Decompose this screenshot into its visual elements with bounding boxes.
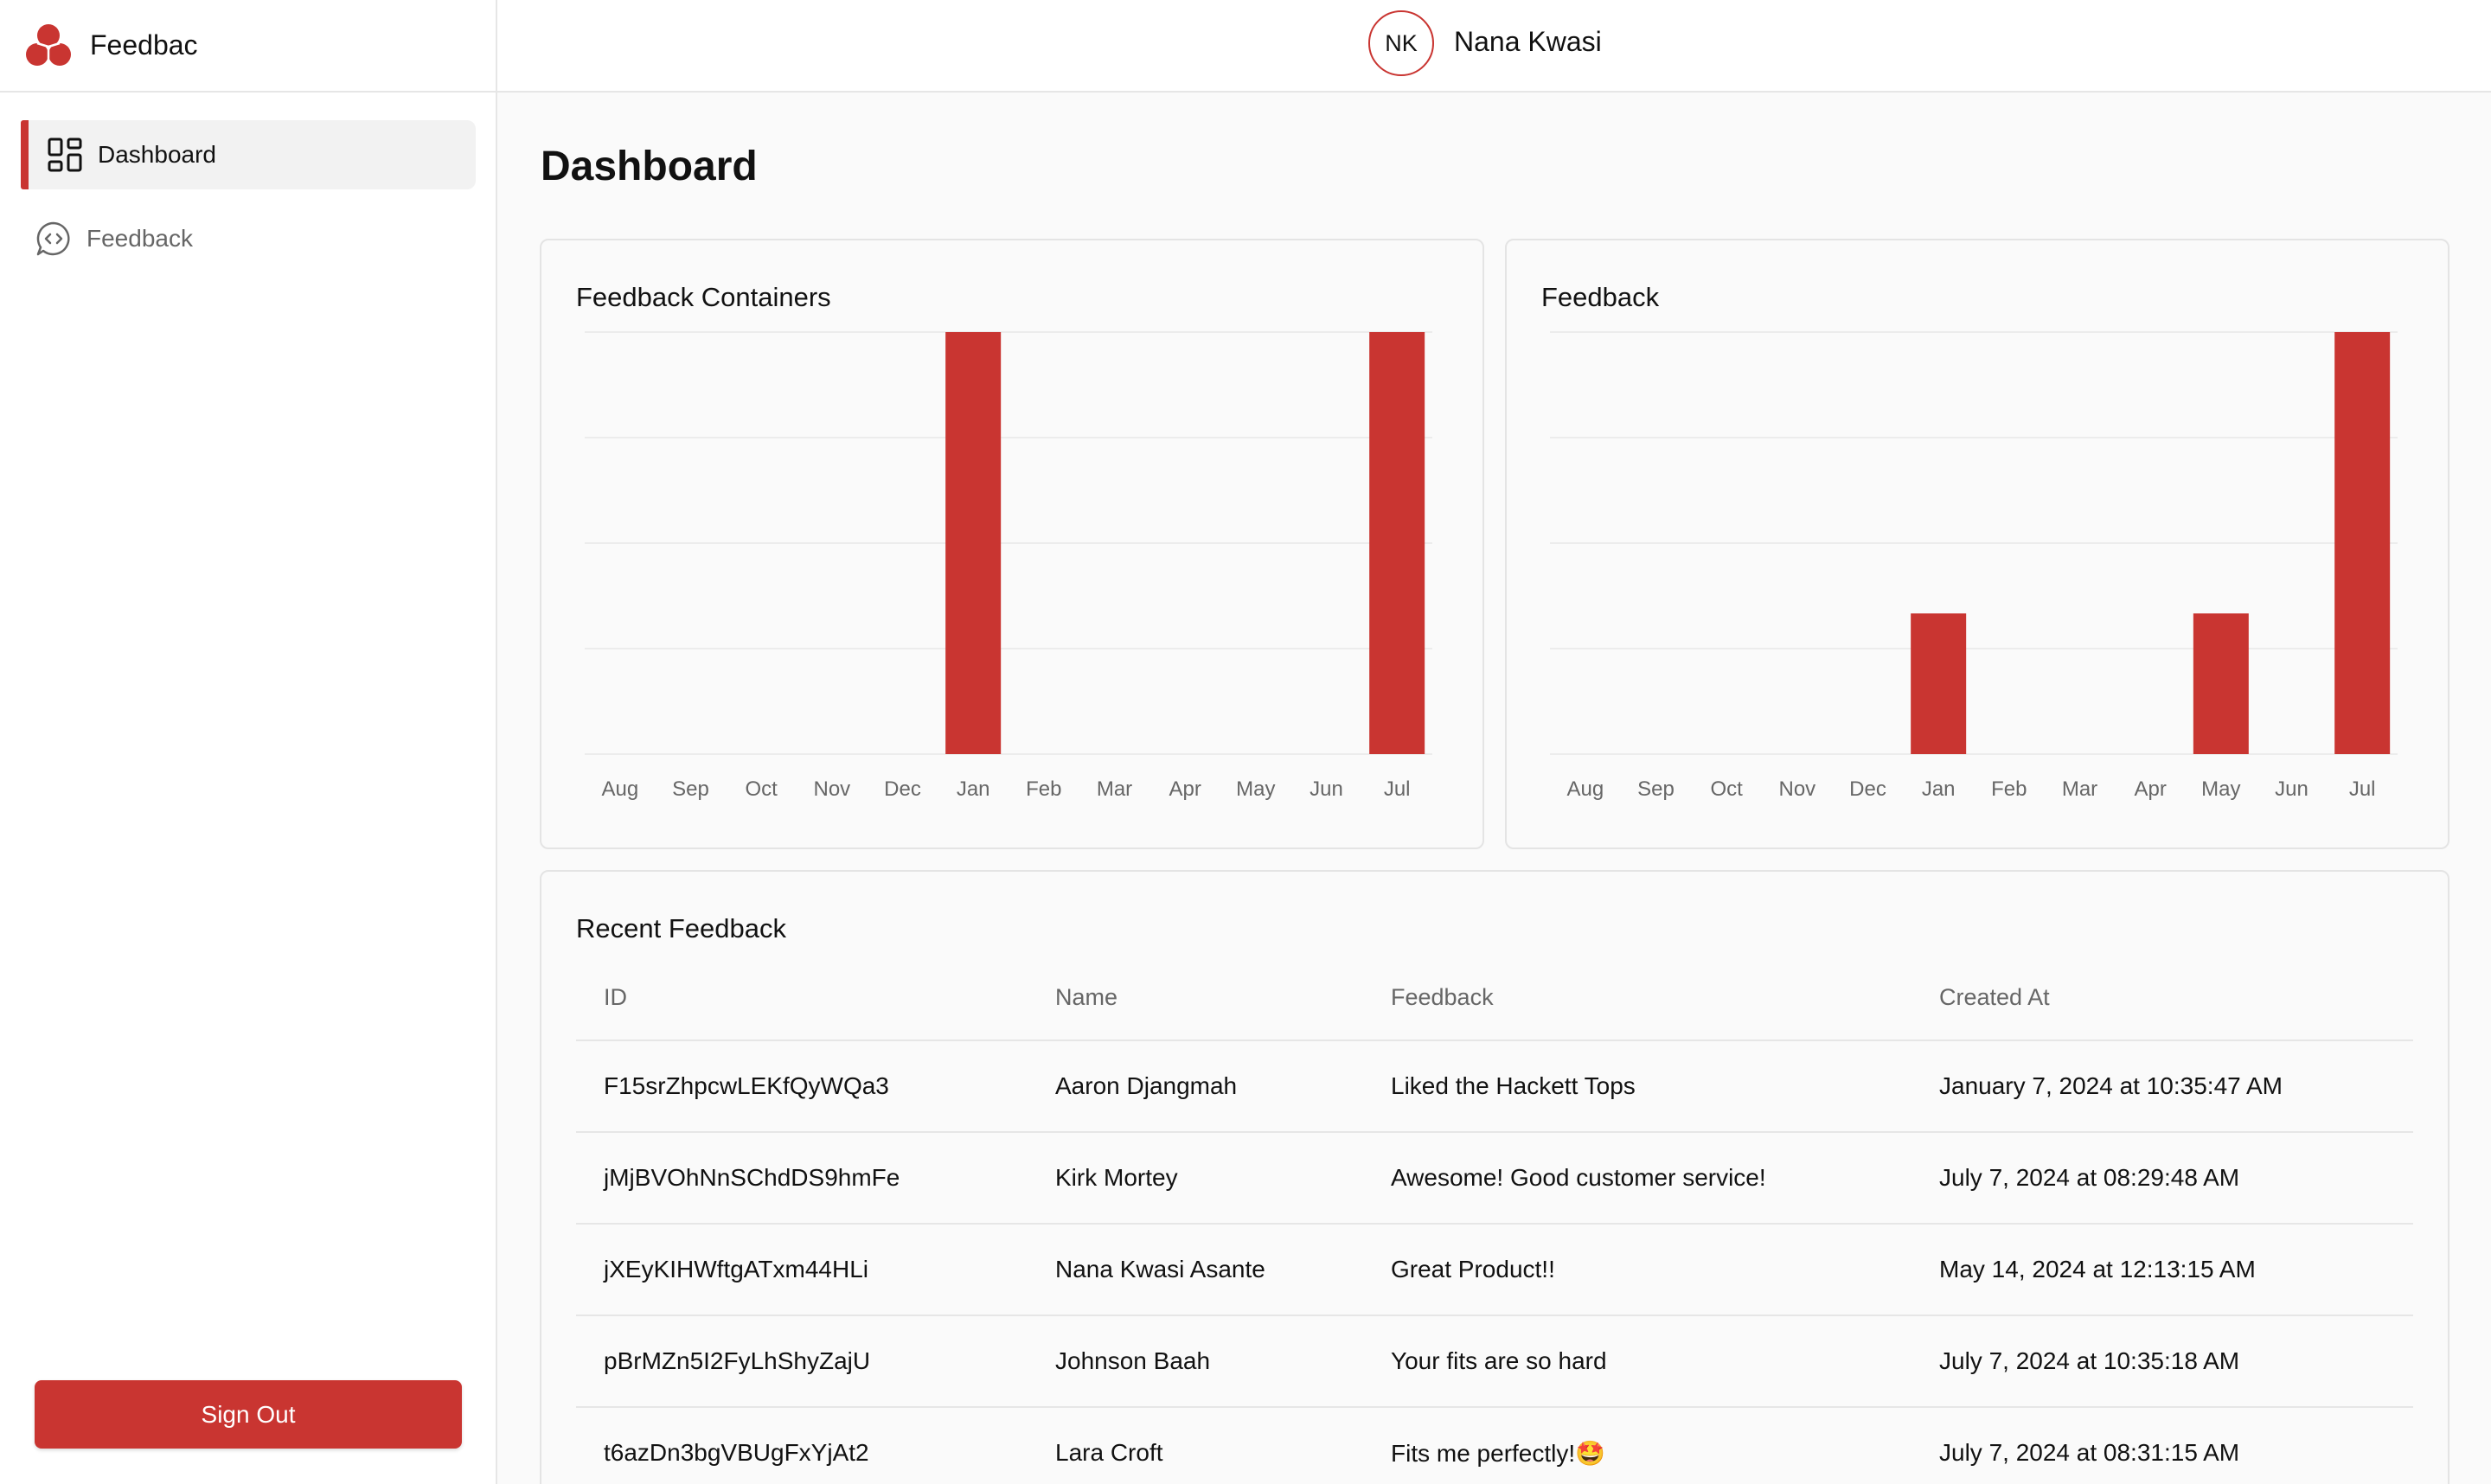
cell-name: Aaron Djangmah <box>1055 1072 1238 1099</box>
cell-feedback: Great Product!! <box>1391 1256 1555 1283</box>
x-tick-label: Jun <box>1310 777 1343 801</box>
app-name: Feedbac <box>90 29 198 61</box>
top-bar: NK Nana Kwasi <box>497 0 2491 93</box>
bar-jan <box>1911 613 1967 754</box>
cell-feedback: Your fits are so hard <box>1391 1347 1607 1374</box>
page-title: Dashboard <box>541 144 758 189</box>
logo-icon <box>26 23 71 66</box>
avatar[interactable]: NK <box>1368 10 1434 76</box>
cell-created-at: May 14, 2024 at 12:13:15 AM <box>1939 1256 2256 1283</box>
sidebar-item-feedback[interactable]: Feedback <box>21 204 476 273</box>
x-tick-label: Sep <box>1637 777 1675 801</box>
x-tick-label: Dec <box>1849 777 1886 801</box>
x-tick-label: May <box>1236 777 1275 801</box>
chat-code-icon <box>35 220 73 258</box>
x-tick-label: Jan <box>1922 777 1956 801</box>
chart-card-feedback: Feedback Aug Sep Oct Nov Dec Jan Feb Mar Apr May J… <box>1505 239 2449 849</box>
table-row[interactable]: jMjBVOhNnSChdDS9hmFe Kirk Mortey Awesome… <box>576 1131 2413 1223</box>
x-tick-label: Feb <box>1991 777 2027 801</box>
table-title: Recent Feedback <box>576 913 786 943</box>
cell-created-at: January 7, 2024 at 10:35:47 AM <box>1939 1072 2283 1099</box>
cell-name: Lara Croft <box>1055 1439 1163 1466</box>
x-tick-label: Mar <box>1097 777 1132 801</box>
x-tick-label: Feb <box>1026 777 1061 801</box>
bar-chart-feedback: Aug Sep Oct Nov Dec Jan Feb Mar Apr May Jun Jul <box>1550 331 2398 801</box>
cell-name: Kirk Mortey <box>1055 1164 1178 1191</box>
x-tick-label: Aug <box>1566 777 1604 801</box>
x-tick-label: Jul <box>2349 777 2376 801</box>
x-tick-label: Apr <box>2134 777 2166 801</box>
bar-may <box>2193 613 2249 754</box>
cell-feedback: Liked the Hackett Tops <box>1391 1072 1636 1099</box>
x-tick-label: Oct <box>1710 777 1743 801</box>
x-tick-label: Sep <box>672 777 709 801</box>
brand[interactable]: Feedbac <box>0 0 496 93</box>
cell-id: jMjBVOhNnSChdDS9hmFe <box>604 1164 900 1191</box>
x-tick-label: Nov <box>1778 777 1815 801</box>
cell-name: Johnson Baah <box>1055 1347 1211 1374</box>
column-header-id[interactable]: ID <box>604 984 627 1011</box>
sidebar: Feedbac Dashboard Feedback Sign Out <box>0 0 497 1484</box>
x-tick-label: Apr <box>1169 777 1201 801</box>
column-header-feedback[interactable]: Feedback <box>1391 984 1494 1011</box>
table-row[interactable]: jXEyKIHWftgATxm44HLi Nana Kwasi Asante G… <box>576 1223 2413 1314</box>
cell-id: F15srZhpcwLEKfQyWQa3 <box>604 1072 889 1099</box>
cell-id: jXEyKIHWftgATxm44HLi <box>604 1256 868 1283</box>
bar-chart-feedback-containers: Aug Sep Oct Nov Dec Jan Feb Mar Apr May Jun Jul <box>585 331 1432 801</box>
dashboard-grid-icon <box>46 136 84 174</box>
sign-out-button[interactable]: Sign Out <box>35 1380 462 1449</box>
table-row[interactable]: F15srZhpcwLEKfQyWQa3 Aaron Djangmah Like… <box>576 1039 2413 1131</box>
x-tick-label: May <box>2201 777 2240 801</box>
sidebar-item-label: Dashboard <box>98 141 216 168</box>
x-tick-label: Jan <box>957 777 990 801</box>
cell-id: pBrMZn5I2FyLhShyZajU <box>604 1347 871 1374</box>
x-tick-label: Mar <box>2062 777 2097 801</box>
cell-created-at: July 7, 2024 at 10:35:18 AM <box>1939 1347 2240 1374</box>
sidebar-item-dashboard[interactable]: Dashboard <box>21 120 476 189</box>
user-name[interactable]: Nana Kwasi <box>1454 26 1602 58</box>
chart-card-feedback-containers: Feedback Containers Aug Sep Oct Nov Dec Jan Fe… <box>540 239 1484 849</box>
bar-jan <box>945 332 1002 754</box>
cell-name: Nana Kwasi Asante <box>1055 1256 1265 1283</box>
column-header-name[interactable]: Name <box>1055 984 1117 1011</box>
cell-created-at: July 7, 2024 at 08:31:15 AM <box>1939 1439 2240 1466</box>
table-row[interactable]: t6azDn3bgVBUgFxYjAt2 Lara Croft Fits me … <box>576 1406 2413 1484</box>
cell-feedback: Fits me perfectly!🤩 <box>1391 1440 1606 1467</box>
cell-feedback: Awesome! Good customer service! <box>1391 1164 1766 1191</box>
x-tick-label: Oct <box>745 777 778 801</box>
x-tick-label: Aug <box>601 777 638 801</box>
column-header-created-at[interactable]: Created At <box>1939 984 2050 1011</box>
cell-id: t6azDn3bgVBUgFxYjAt2 <box>604 1439 869 1466</box>
table-row[interactable]: pBrMZn5I2FyLhShyZajU Johnson Baah Your f… <box>576 1314 2413 1406</box>
x-tick-label: Jul <box>1384 777 1411 801</box>
bar-jul <box>2334 332 2391 754</box>
cell-created-at: July 7, 2024 at 08:29:48 AM <box>1939 1164 2240 1191</box>
sidebar-item-label: Feedback <box>86 225 193 252</box>
x-tick-label: Jun <box>2275 777 2308 801</box>
bar-jul <box>1369 332 1425 754</box>
x-tick-label: Nov <box>813 777 850 801</box>
recent-feedback-card: Recent Feedback ID Name Feedback Created… <box>540 870 2449 1484</box>
x-tick-label: Dec <box>884 777 921 801</box>
